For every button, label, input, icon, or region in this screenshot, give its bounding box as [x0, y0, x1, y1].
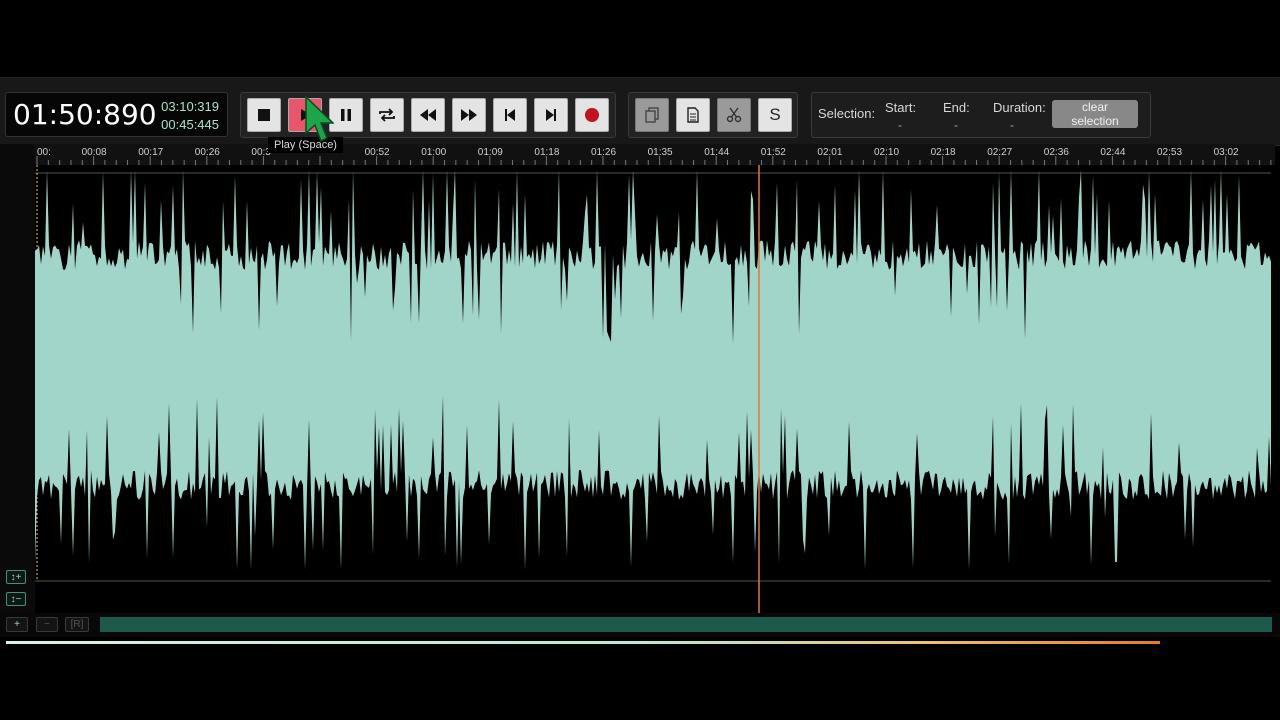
fast-forward-icon: [461, 109, 477, 121]
ruler-tick-label: 01:26: [591, 147, 617, 158]
ruler-tick-label: 02:01: [817, 147, 843, 158]
time-ruler[interactable]: 00: 00:08 00:17 00:26 00:3 00:52 01:00 01:09 01:…: [35, 144, 1275, 166]
stop-icon: [258, 109, 270, 121]
ruler-tick-label: 02:53: [1157, 147, 1183, 158]
ruler-tick-label: 01:35: [647, 147, 673, 158]
end-value: -: [954, 118, 958, 132]
audio-editor: 01:50:890 03:10:319 00:45:445 S Selectio…: [0, 77, 1280, 645]
ruler-tick-label: 01:52: [760, 147, 786, 158]
waveform-shape: [35, 170, 1271, 570]
ruler-tick-label: 02:36: [1043, 147, 1069, 158]
ruler-tick-label: 01:00: [421, 147, 447, 158]
current-time: 01:50:890: [13, 98, 157, 131]
copy-button[interactable]: [635, 98, 669, 132]
ruler-tick-label: 02:27: [987, 147, 1013, 158]
reset-zoom-button[interactable]: [R]: [65, 617, 89, 632]
paste-icon: [687, 107, 699, 123]
ruler-tick-label: 02:10: [874, 147, 900, 158]
rewind-button[interactable]: [411, 98, 445, 132]
ruler-tick-label: 03:02: [1213, 147, 1239, 158]
ruler-tick-label: 01:18: [534, 147, 560, 158]
fast-forward-button[interactable]: [452, 98, 486, 132]
transport-controls: [240, 92, 616, 138]
copy-icon: [645, 107, 659, 123]
duration-value: -: [1010, 118, 1014, 132]
waveform-canvas[interactable]: [35, 143, 1275, 613]
ruler-tick-label: 00:26: [194, 147, 220, 158]
ruler-tick-label: 01:44: [704, 147, 730, 158]
loop-button[interactable]: [370, 98, 404, 132]
duration-label: Duration:: [993, 100, 1046, 115]
vertical-zoom-out-button[interactable]: ↕−: [6, 592, 26, 606]
vertical-zoom-strip: ↕+ ↕−: [0, 144, 35, 614]
ruler-tick-label: 02:44: [1100, 147, 1126, 158]
ruler-tick-label: 00:17: [138, 147, 164, 158]
ruler-tick-label: 00:: [37, 147, 51, 158]
ruler-tick-label: 02:18: [930, 147, 956, 158]
record-icon: [585, 108, 599, 122]
end-label: End:: [943, 100, 970, 115]
total-time: 03:10:319: [161, 99, 219, 114]
zoom-in-button[interactable]: +: [6, 617, 28, 632]
waveform: [35, 143, 1271, 613]
paste-button[interactable]: [676, 98, 710, 132]
vertical-zoom-in-button[interactable]: ↕+: [6, 570, 26, 584]
skip-start-icon: [505, 109, 515, 121]
skip-end-icon: [546, 109, 556, 121]
scissors-icon: [726, 107, 742, 123]
rewind-icon: [420, 109, 436, 121]
selection-label: Selection:: [818, 106, 876, 121]
pause-icon: [341, 109, 351, 121]
zoom-bar: + − [R]: [0, 613, 1280, 637]
start-value: -: [898, 118, 902, 132]
playback-progress-bar: [6, 641, 1160, 644]
pause-button[interactable]: [329, 98, 363, 132]
stop-button[interactable]: [247, 98, 281, 132]
record-button[interactable]: [575, 98, 609, 132]
start-label: Start:: [885, 100, 917, 115]
skip-end-button[interactable]: [534, 98, 568, 132]
zoom-out-button[interactable]: −: [36, 617, 58, 632]
ruler-tick-label: 00:52: [364, 147, 390, 158]
toolbar: 01:50:890 03:10:319 00:45:445 S Selectio…: [0, 77, 1280, 146]
loop-icon: [379, 108, 395, 122]
ruler-tick-label: 01:09: [477, 147, 503, 158]
edit-controls: S: [628, 92, 798, 138]
skip-start-button[interactable]: [493, 98, 527, 132]
remaining-time: 00:45:445: [161, 117, 219, 132]
horizontal-scrollbar[interactable]: [100, 617, 1272, 632]
s-button[interactable]: S: [758, 98, 792, 132]
mouse-cursor-icon: [305, 95, 334, 143]
clear-selection-button[interactable]: clear selection: [1052, 100, 1138, 128]
ruler-tick-label: 00:08: [81, 147, 107, 158]
time-display: 01:50:890 03:10:319 00:45:445: [5, 92, 228, 137]
cut-button[interactable]: [717, 98, 751, 132]
selection-panel: Selection: Start: - End: - Duration: - c…: [811, 92, 1151, 138]
